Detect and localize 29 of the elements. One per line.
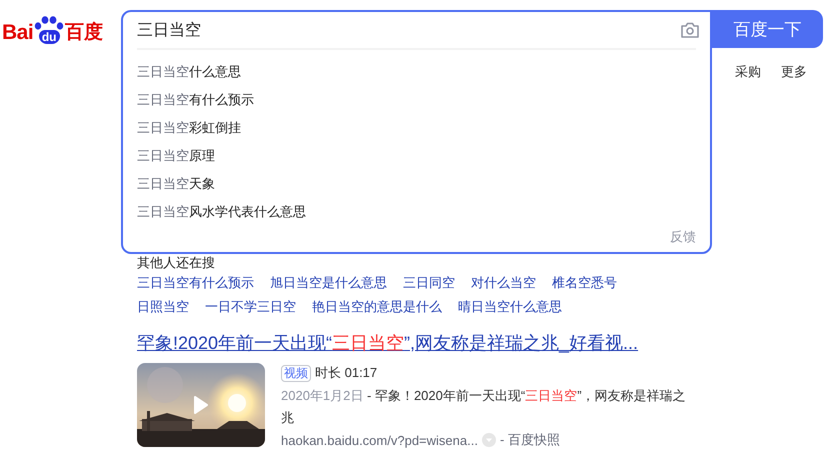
related-searches-title: 其他人还在搜 xyxy=(137,255,216,271)
suggestion-item[interactable]: 三日当空有什么预示 xyxy=(137,86,710,114)
search-field[interactable]: 三日当空 xyxy=(137,18,680,42)
suggestion-item[interactable]: 三日当空原理 xyxy=(137,142,710,170)
suggestion-item[interactable]: 三日当空天象 xyxy=(137,170,710,198)
related-search-link[interactable]: 三日当空有什么预示 xyxy=(137,274,254,292)
snapshot-link[interactable]: - 百度快照 xyxy=(500,431,560,449)
result-url[interactable]: haokan.baidu.com/v?pd=wisena... xyxy=(281,432,478,448)
video-tag: 视频 xyxy=(281,364,311,382)
nav-link[interactable]: 更多 xyxy=(781,62,807,82)
related-search-link[interactable]: 旭日当空是什么意思 xyxy=(270,274,387,292)
nav-link[interactable]: 采购 xyxy=(735,62,761,82)
related-search-link[interactable]: 日照当空 xyxy=(137,298,189,316)
suggestion-item[interactable]: 三日当空风水学代表什么意思 xyxy=(137,198,710,226)
related-search-link[interactable]: 三日同空 xyxy=(403,274,455,292)
search-button[interactable]: 百度一下 xyxy=(712,10,823,48)
suggestion-item[interactable]: 三日当空什么意思 xyxy=(137,58,710,86)
result-title-link[interactable]: 罕象!2020年前一天出现“三日当空”,网友称是祥瑞之兆_好看视... xyxy=(137,331,638,355)
camera-icon[interactable] xyxy=(680,21,700,39)
related-search-link[interactable]: 椎名空悉号 xyxy=(552,274,617,292)
related-search-link[interactable]: 晴日当空什么意思 xyxy=(458,298,562,316)
baidu-logo[interactable]: Bai du 百度 xyxy=(2,14,106,44)
duration-text: 时长 01:17 xyxy=(315,364,378,382)
suggestion-item[interactable]: 三日当空彩虹倒挂 xyxy=(137,114,710,142)
result-description: 2020年1月2日 - 罕象！2020年前一天出现“三日当空”，网友称是祥瑞之兆 xyxy=(281,387,687,427)
play-icon[interactable] xyxy=(193,395,209,415)
related-search-link[interactable]: 艳日当空的意思是什么 xyxy=(312,298,442,316)
related-search-link[interactable]: 一日不学三日空 xyxy=(205,298,296,316)
related-search-link[interactable]: 对什么当空 xyxy=(471,274,536,292)
